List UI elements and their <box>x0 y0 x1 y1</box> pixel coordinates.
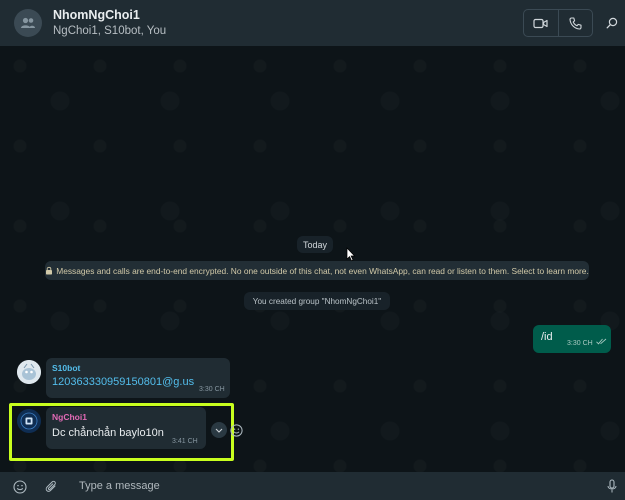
message-menu-button[interactable] <box>211 422 227 438</box>
message-time: 3:30 CH <box>567 340 593 347</box>
chat-header-info[interactable]: NhomNgChoi1 NgChoi1, S10bot, You <box>53 8 166 39</box>
encryption-notice-text: Messages and calls are end-to-end encryp… <box>56 265 589 276</box>
voice-call-icon <box>569 16 582 30</box>
system-message: You created group "NhomNgChoi1" <box>244 292 390 310</box>
react-button[interactable] <box>229 423 243 437</box>
mouse-cursor-icon <box>346 247 356 262</box>
search-button[interactable] <box>604 15 620 31</box>
chat-header[interactable]: NhomNgChoi1 NgChoi1, S10bot, You <box>0 0 625 46</box>
message-text: Dc chẳnchẳn baylo10n <box>52 427 164 439</box>
encryption-notice[interactable]: Messages and calls are end-to-end encryp… <box>45 261 589 280</box>
date-divider: Today <box>297 236 333 253</box>
avatar[interactable] <box>17 409 41 433</box>
message-text: /id <box>541 331 553 343</box>
message-composer <box>0 472 625 500</box>
chat-area[interactable]: Today Messages and calls are end-to-end … <box>0 46 625 472</box>
video-call-icon <box>533 18 549 28</box>
sender-name[interactable]: S10bot <box>52 363 80 373</box>
emoji-button[interactable] <box>12 479 27 494</box>
message-input[interactable] <box>72 476 592 496</box>
chat-title: NhomNgChoi1 <box>53 8 140 22</box>
message-time: 3:30 CH <box>199 386 225 393</box>
lock-icon <box>46 266 53 275</box>
outgoing-message[interactable]: /id 3:30 CH <box>533 325 611 353</box>
incoming-message[interactable]: S10bot 120363330959150801@g.us 3:30 CH <box>46 358 230 398</box>
voice-call-button[interactable] <box>557 10 592 36</box>
read-receipt-icon <box>596 338 607 345</box>
paperclip-icon <box>45 480 56 492</box>
attach-button[interactable] <box>44 479 59 494</box>
avatar[interactable] <box>17 360 41 384</box>
call-button-group <box>523 9 593 37</box>
message-time: 3:41 CH <box>172 438 198 445</box>
search-icon <box>606 17 618 29</box>
smiley-icon <box>229 423 243 437</box>
video-call-button[interactable] <box>524 10 558 36</box>
chat-participants: NgChoi1, S10bot, You <box>53 25 167 37</box>
incoming-message[interactable]: NgChoi1 Dc chẳnchẳn baylo10n 3:41 CH <box>46 407 206 449</box>
sender-name[interactable]: NgChoi1 <box>52 412 87 422</box>
voice-message-button[interactable] <box>605 478 619 494</box>
chip-avatar-icon <box>17 409 41 433</box>
microphone-icon <box>607 478 617 492</box>
bot-avatar-icon <box>17 360 41 384</box>
group-avatar-icon[interactable] <box>14 9 42 37</box>
chevron-down-icon <box>215 428 223 433</box>
message-text[interactable]: 120363330959150801@g.us <box>52 376 194 388</box>
emoji-icon <box>12 479 27 494</box>
